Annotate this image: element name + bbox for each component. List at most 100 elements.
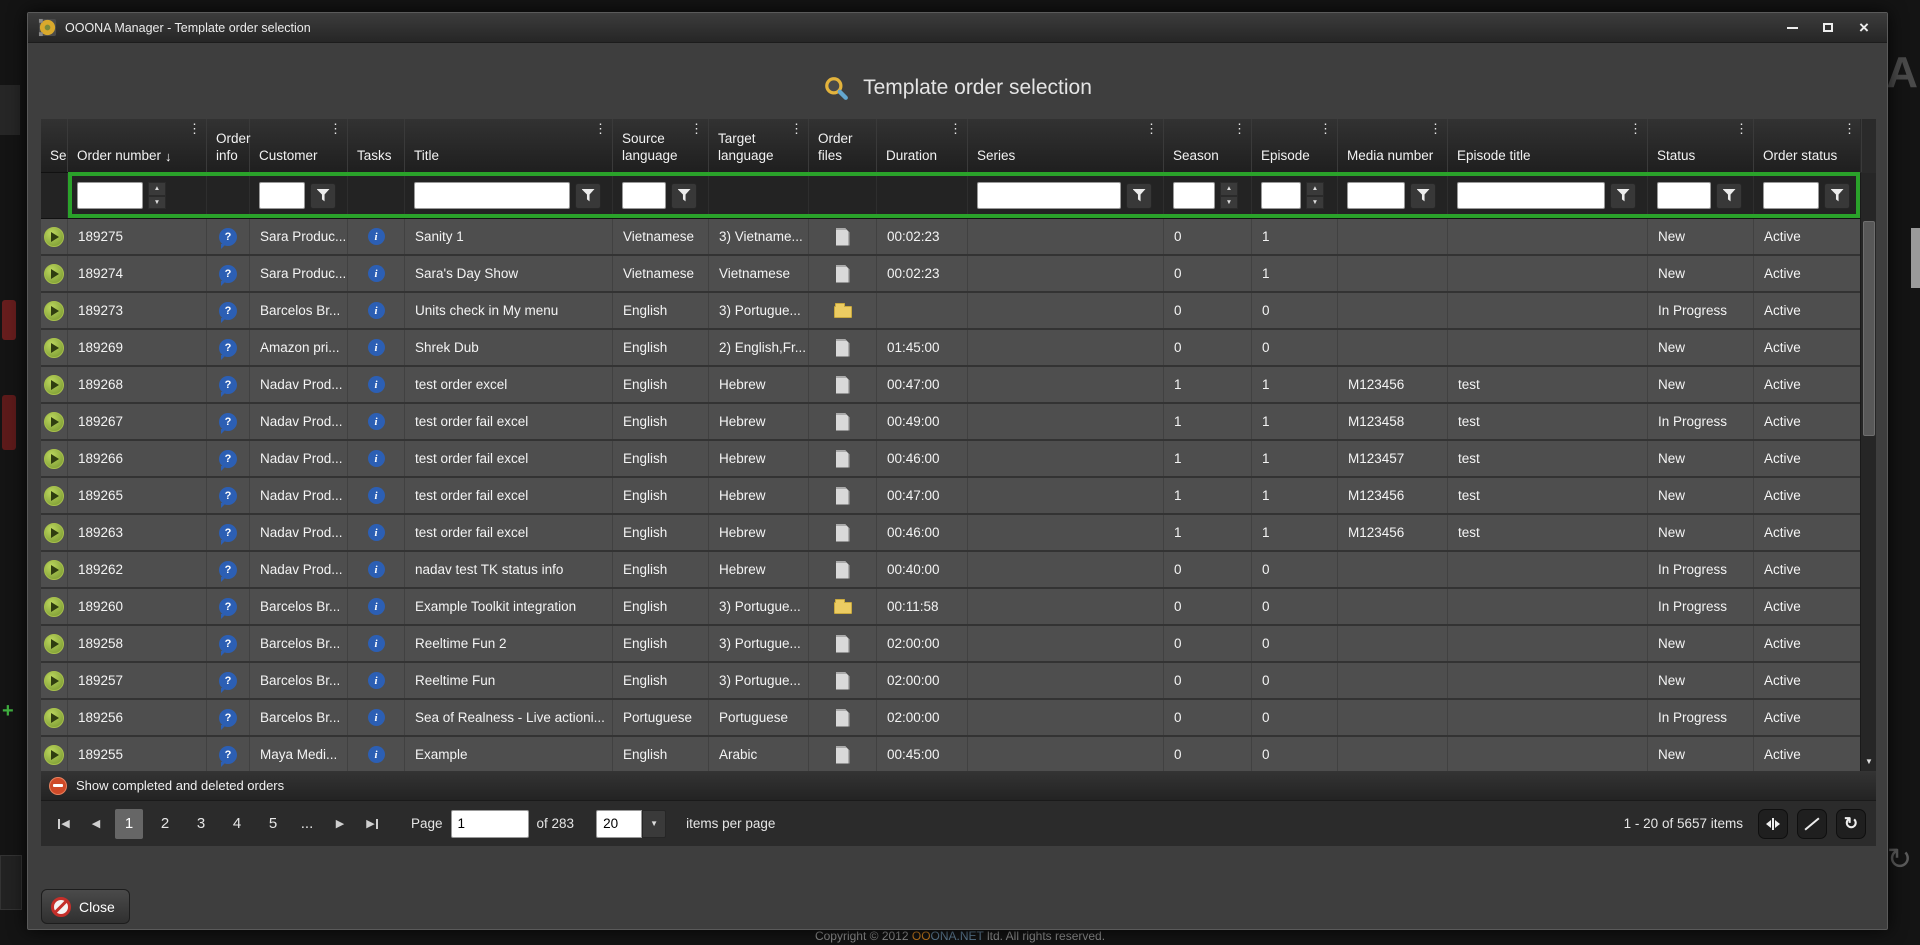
filter-funnel-button-episode_title[interactable] — [1610, 183, 1636, 209]
filter-input-series[interactable] — [977, 182, 1121, 209]
document-icon[interactable] — [836, 265, 850, 283]
document-icon[interactable] — [836, 524, 850, 542]
table-row[interactable]: 189274?Sara Produc...iSara's Day ShowVie… — [41, 256, 1860, 293]
tasks-info-icon[interactable]: i — [368, 487, 385, 504]
last-page-button[interactable]: ▶ — [359, 810, 385, 838]
order-info-icon[interactable]: ? — [219, 561, 237, 579]
column-header-source_language[interactable]: ⋮Source language — [613, 119, 709, 172]
tasks-info-icon[interactable]: i — [368, 746, 385, 763]
order-info-icon[interactable]: ? — [219, 709, 237, 727]
column-header-target_language[interactable]: ⋮Target language — [709, 119, 809, 172]
play-button[interactable] — [44, 301, 64, 321]
column-menu-icon[interactable]: ⋮ — [1319, 122, 1332, 135]
column-menu-icon[interactable]: ⋮ — [1145, 122, 1158, 135]
tasks-info-icon[interactable]: i — [368, 302, 385, 319]
filter-spinner-order_number[interactable]: ▲▼ — [148, 182, 166, 209]
order-info-icon[interactable]: ? — [219, 672, 237, 690]
column-menu-icon[interactable]: ⋮ — [1735, 122, 1748, 135]
filter-input-order_number[interactable] — [77, 182, 143, 209]
document-icon[interactable] — [836, 450, 850, 468]
column-header-order_status[interactable]: ⋮Order status — [1754, 119, 1862, 172]
document-icon[interactable] — [836, 228, 850, 246]
filter-funnel-button-order_status[interactable] — [1824, 183, 1850, 209]
filter-input-season[interactable] — [1173, 182, 1215, 209]
document-icon[interactable] — [836, 413, 850, 431]
table-row[interactable]: 189262?Nadav Prod...inadav test TK statu… — [41, 552, 1860, 589]
table-row[interactable]: 189275?Sara Produc...iSanity 1Vietnamese… — [41, 219, 1860, 256]
table-row[interactable]: 189255?Maya Medi...iExampleEnglishArabic… — [41, 737, 1860, 771]
order-info-icon[interactable]: ? — [219, 450, 237, 468]
page-number-button[interactable]: 3 — [187, 809, 215, 839]
spinner-up-icon[interactable]: ▲ — [1220, 182, 1238, 196]
tasks-info-icon[interactable]: i — [368, 265, 385, 282]
grid-status-bar[interactable]: Show completed and deleted orders — [41, 771, 1876, 801]
document-icon[interactable] — [836, 561, 850, 579]
filter-input-status[interactable] — [1657, 182, 1711, 209]
column-header-season[interactable]: ⋮Season — [1164, 119, 1252, 172]
filter-input-source_language[interactable] — [622, 182, 666, 209]
document-icon[interactable] — [836, 487, 850, 505]
document-icon[interactable] — [836, 339, 850, 357]
tasks-info-icon[interactable]: i — [368, 376, 385, 393]
order-info-icon[interactable]: ? — [219, 413, 237, 431]
tasks-info-icon[interactable]: i — [368, 561, 385, 578]
column-menu-icon[interactable]: ⋮ — [1429, 122, 1442, 135]
column-menu-icon[interactable]: ⋮ — [1233, 122, 1246, 135]
column-header-title[interactable]: ⋮Title — [405, 119, 613, 172]
page-number-button[interactable]: 2 — [151, 809, 179, 839]
items-per-page-dropdown-button[interactable]: ▼ — [642, 810, 666, 838]
play-button[interactable] — [44, 338, 64, 358]
folder-icon[interactable] — [834, 306, 852, 318]
column-header-duration[interactable]: ⋮Duration — [877, 119, 968, 172]
spinner-down-icon[interactable]: ▼ — [148, 196, 166, 210]
filter-input-episode[interactable] — [1261, 182, 1301, 209]
table-row[interactable]: 189266?Nadav Prod...itest order fail exc… — [41, 441, 1860, 478]
column-header-tasks[interactable]: Tasks — [348, 119, 405, 172]
play-button[interactable] — [44, 486, 64, 506]
dialog-titlebar[interactable]: OOONA Manager - Template order selection… — [28, 13, 1887, 43]
column-menu-icon[interactable]: ⋮ — [690, 122, 703, 135]
filter-input-episode_title[interactable] — [1457, 182, 1605, 209]
tasks-info-icon[interactable]: i — [368, 598, 385, 615]
column-header-status[interactable]: ⋮Status — [1648, 119, 1754, 172]
prev-page-button[interactable]: ◀ — [83, 810, 109, 838]
spinner-down-icon[interactable]: ▼ — [1220, 196, 1238, 210]
column-menu-icon[interactable]: ⋮ — [1629, 122, 1642, 135]
filter-funnel-button-media_number[interactable] — [1410, 183, 1436, 209]
spinner-up-icon[interactable]: ▲ — [148, 182, 166, 196]
play-button[interactable] — [44, 634, 64, 654]
play-button[interactable] — [44, 745, 64, 765]
filter-spinner-episode[interactable]: ▲▼ — [1306, 182, 1324, 209]
column-header-order_files[interactable]: Order files — [809, 119, 877, 172]
order-info-icon[interactable]: ? — [219, 339, 237, 357]
table-row[interactable]: 189273?Barcelos Br...iUnits check in My … — [41, 293, 1860, 330]
tasks-info-icon[interactable]: i — [368, 413, 385, 430]
order-info-icon[interactable]: ? — [219, 265, 237, 283]
tasks-info-icon[interactable]: i — [368, 709, 385, 726]
page-number-input[interactable] — [451, 810, 529, 838]
table-row[interactable]: 189263?Nadav Prod...itest order fail exc… — [41, 515, 1860, 552]
filter-input-media_number[interactable] — [1347, 182, 1405, 209]
table-row[interactable]: 189268?Nadav Prod...itest order excelEng… — [41, 367, 1860, 404]
minimize-button[interactable] — [1785, 21, 1799, 35]
order-info-icon[interactable]: ? — [219, 376, 237, 394]
document-icon[interactable] — [836, 746, 850, 764]
next-page-button[interactable]: ▶ — [327, 810, 353, 838]
order-info-icon[interactable]: ? — [219, 598, 237, 616]
order-info-icon[interactable]: ? — [219, 228, 237, 246]
column-header-episode_title[interactable]: ⋮Episode title — [1448, 119, 1648, 172]
page-number-button[interactable]: 1 — [115, 809, 143, 839]
refresh-button[interactable]: ↻ — [1836, 809, 1866, 839]
items-per-page-input[interactable] — [596, 810, 642, 838]
column-menu-icon[interactable]: ⋮ — [790, 122, 803, 135]
tasks-info-icon[interactable]: i — [368, 228, 385, 245]
column-menu-icon[interactable]: ⋮ — [329, 122, 342, 135]
hide-completed-icon[interactable] — [49, 777, 67, 795]
filter-input-customer[interactable] — [259, 182, 305, 209]
column-header-series[interactable]: ⋮Series — [968, 119, 1164, 172]
filter-input-order_status[interactable] — [1763, 182, 1819, 209]
order-info-icon[interactable]: ? — [219, 302, 237, 320]
document-icon[interactable] — [836, 709, 850, 727]
column-menu-icon[interactable]: ⋮ — [949, 122, 962, 135]
play-button[interactable] — [44, 375, 64, 395]
